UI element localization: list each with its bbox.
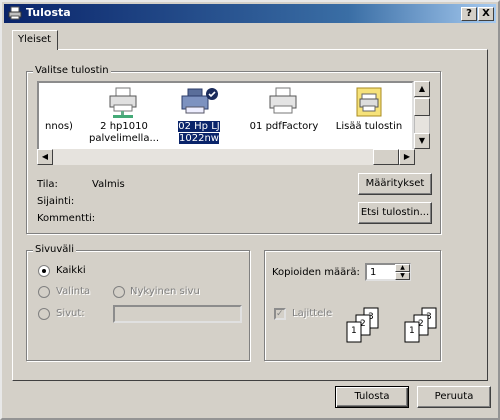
spin-up-icon[interactable]: ▲ xyxy=(395,264,410,272)
collate-pages-icon: 3 2 1 3 2 1 xyxy=(346,307,437,343)
printer-item-label: 2 hp1010 palvelimella... xyxy=(89,121,159,144)
collate-page-number: 1 xyxy=(409,326,415,336)
printer-list-hscroll[interactable]: ◀ ▶ xyxy=(37,149,415,165)
comment-label: Kommentti: xyxy=(37,213,96,224)
title-bar[interactable]: Tulosta ? X xyxy=(4,4,496,23)
printer-item-label: 01 pdfFactory xyxy=(249,121,319,132)
preferences-button[interactable]: Määritykset xyxy=(358,173,432,195)
scroll-down-icon[interactable]: ▼ xyxy=(414,133,430,149)
tab-general[interactable]: Yleiset xyxy=(12,30,58,50)
vscroll-thumb[interactable] xyxy=(414,98,430,116)
network-printer-icon xyxy=(109,87,137,118)
status-value: Valmis xyxy=(92,179,125,190)
printer-group-label: Valitse tulostin xyxy=(33,65,111,76)
close-button[interactable]: X xyxy=(478,7,494,21)
find-printer-button[interactable]: Etsi tulostin... xyxy=(358,202,432,224)
radio-selected-dot xyxy=(42,269,46,273)
spin-down-icon[interactable]: ▼ xyxy=(395,272,410,280)
radio-selection-label[interactable]: Valinta xyxy=(56,286,90,297)
location-label: Sijainti: xyxy=(37,196,75,207)
radio-current-page[interactable] xyxy=(113,286,125,298)
page-range-label: Sivuväli xyxy=(33,244,76,255)
scroll-left-icon[interactable]: ◀ xyxy=(37,149,53,165)
default-printer-icon xyxy=(181,88,218,114)
copies-input[interactable]: 1 ▲ ▼ xyxy=(365,263,411,281)
radio-all[interactable] xyxy=(38,265,50,277)
cancel-button[interactable]: Peruuta xyxy=(417,386,491,408)
radio-current-page-label[interactable]: Nykyinen sivu xyxy=(130,286,200,297)
collate-page-number: 1 xyxy=(351,326,357,336)
add-printer-icon xyxy=(356,87,382,117)
radio-selection[interactable] xyxy=(38,286,50,298)
printer-item-label: Lisää tulostin xyxy=(335,121,403,132)
print-button[interactable]: Tulosta xyxy=(335,386,409,408)
radio-pages[interactable] xyxy=(38,308,50,320)
window-title: Tulosta xyxy=(26,6,71,19)
hscroll-thumb[interactable] xyxy=(373,149,399,165)
printer-item[interactable]: 2 hp1010 palvelimella... xyxy=(84,83,164,153)
status-label: Tila: xyxy=(37,179,58,190)
pages-input[interactable] xyxy=(113,305,242,323)
scroll-right-icon[interactable]: ▶ xyxy=(399,149,415,165)
radio-pages-label[interactable]: Sivut: xyxy=(56,308,85,319)
collate-checkbox[interactable]: ✓ xyxy=(274,308,286,320)
printer-icon xyxy=(269,87,297,114)
printer-item-label: 02 Hp LJ 1022nw xyxy=(178,121,220,144)
printer-icon xyxy=(8,6,22,20)
copies-value: 1 xyxy=(370,267,377,278)
printer-item-label: nnos) xyxy=(45,121,73,132)
scroll-up-icon[interactable]: ▲ xyxy=(414,81,430,97)
print-dialog: Tulosta ? X Yleiset Valitse tulostin nno… xyxy=(0,0,500,420)
printer-item-selected[interactable]: 02 Hp LJ 1022nw xyxy=(159,83,239,153)
radio-all-label[interactable]: Kaikki xyxy=(56,265,86,276)
collate-label[interactable]: Lajittele xyxy=(292,308,332,319)
copies-label: Kopioiden määrä: xyxy=(272,267,360,278)
help-button[interactable]: ? xyxy=(461,7,477,21)
printer-list-vscroll[interactable]: ▲ ▼ xyxy=(414,81,430,149)
printer-item[interactable]: 01 pdfFactory xyxy=(244,83,324,153)
printer-item[interactable]: Lisää tulostin xyxy=(329,83,409,153)
